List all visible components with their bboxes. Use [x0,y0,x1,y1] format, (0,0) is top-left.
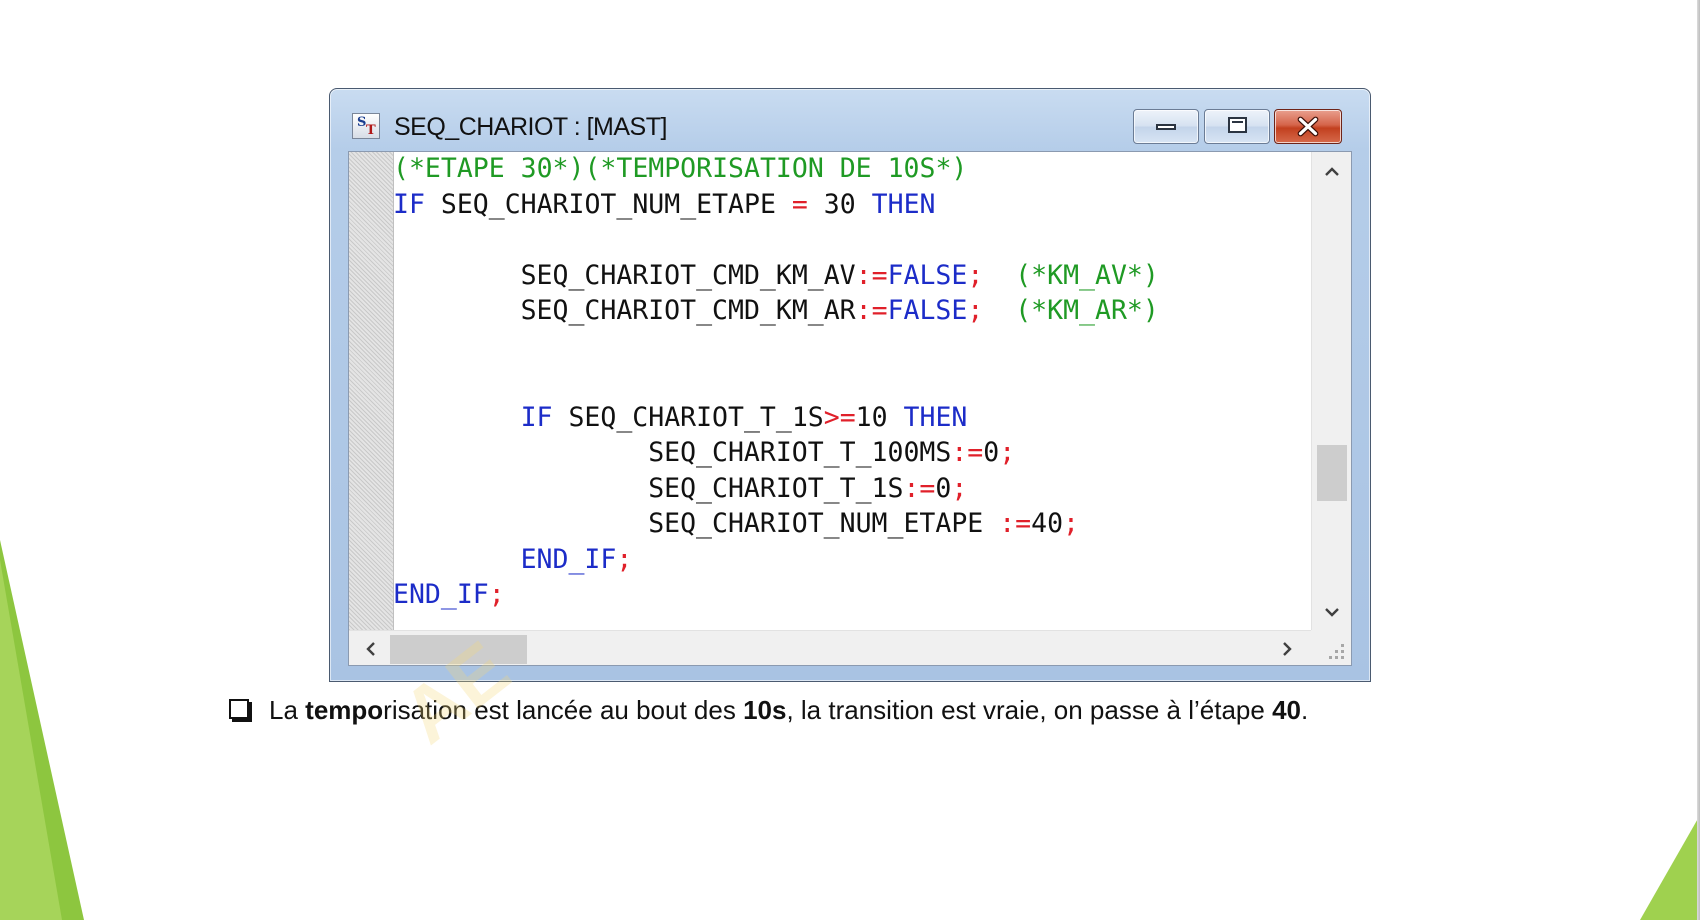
code-line[interactable]: SEQ_CHARIOT_CMD_KM_AV:=FALSE; (*KM_AV*) [521,259,1159,293]
structured-text-icon: ST [352,113,380,139]
code-token-number: 0 [983,437,1000,468]
code-line[interactable]: SEQ_CHARIOT_T_1S:=0; [648,472,967,506]
code-token-keyword: THEN [903,401,968,433]
code-token-op: := [999,508,1032,539]
window-title: SEQ_CHARIOT : [MAST] [394,113,667,141]
slide-decor-right [1640,815,1700,920]
code-token-comment: (*KM_AR*) [983,295,1159,326]
chevron-right-icon[interactable] [1267,631,1307,665]
code-token-op: >= [823,401,856,433]
code-token-op: ; [999,437,1016,468]
code-token-number: 10 [855,401,904,433]
code-line[interactable]: (*ETAPE 30*)(*TEMPORISATION DE 10S*) [393,152,967,186]
caption-segment: , la transition est vraie, on passe à l’… [786,695,1273,725]
code-token-op: := [855,259,888,291]
code-token-comment: (*TEMPORISATION DE 10S*) [584,153,968,184]
code-token-keyword: IF [393,188,425,220]
close-icon [1297,116,1319,137]
code-token-op: := [951,437,984,468]
resize-grip-icon[interactable] [1311,630,1351,665]
checkbox-bullet-icon [229,699,249,719]
title-bar[interactable]: ST SEQ_CHARIOT : [MAST] [330,89,1370,151]
code-token-ident: SEQ_CHARIOT_NUM_ETAPE [424,188,792,220]
chevron-down-icon[interactable] [1312,594,1351,628]
code-token-keyword: END_IF [393,579,489,610]
code-token-ident: SEQ_CHARIOT_CMD_KM_AV [520,259,856,291]
code-token-number: 40 [1031,508,1064,539]
code-token-comment: (*ETAPE 30*) [393,153,585,184]
code-token-number: 0 [935,472,952,504]
close-button[interactable] [1274,109,1342,144]
minimize-button[interactable] [1133,109,1199,144]
caption-text: La temporisation est lancée au bout des … [269,690,1308,730]
code-token-keyword: FALSE [887,295,968,326]
code-token-op: ; [488,579,505,610]
code-token-op: ; [616,543,633,575]
code-line[interactable]: IF SEQ_CHARIOT_NUM_ETAPE = 30 THEN [393,188,936,222]
code-token-op: ; [967,295,984,326]
code-token-ident: SEQ_CHARIOT_CMD_KM_AR [520,295,856,326]
code-line[interactable]: SEQ_CHARIOT_T_100MS:=0; [648,436,1015,470]
caption-emphasis: 10s [743,695,787,725]
editor-gutter [349,152,394,630]
caption-segment: . [1300,695,1309,725]
code-editor-window: ST SEQ_CHARIOT : [MAST] (*ETAPE 30*)(*TE… [329,88,1371,682]
code-token-keyword: FALSE [887,259,968,291]
horizontal-scrollbar[interactable] [349,630,1311,665]
code-token-op: = [791,188,808,220]
caption-emphasis: tempo [305,695,384,725]
code-token-number: 30 [807,188,872,220]
code-line[interactable]: END_IF; [393,578,505,612]
chevron-up-icon[interactable] [1312,154,1351,188]
chevron-left-icon[interactable] [351,631,391,665]
code-token-ident: SEQ_CHARIOT_NUM_ETAPE [648,508,1000,539]
minimize-icon [1156,124,1176,130]
code-token-ident: SEQ_CHARIOT_T_1S [552,401,824,433]
vertical-scroll-thumb[interactable] [1317,444,1347,501]
code-area[interactable]: (*ETAPE 30*)(*TEMPORISATION DE 10S*) IF S… [393,152,1311,630]
caption-emphasis: 40 [1272,695,1301,725]
code-token-keyword: THEN [871,188,936,220]
code-line[interactable]: END_IF; [521,543,633,577]
caption-segment: La [269,695,306,725]
code-token-op: := [855,295,888,326]
code-line[interactable]: SEQ_CHARIOT_NUM_ETAPE :=40; [648,507,1079,541]
vertical-scrollbar[interactable] [1311,152,1351,630]
code-token-op: := [903,472,936,504]
editor-client: (*ETAPE 30*)(*TEMPORISATION DE 10S*) IF S… [348,151,1352,666]
horizontal-scroll-thumb[interactable] [390,635,527,664]
maximize-icon [1228,117,1247,133]
code-token-op: ; [1063,508,1079,539]
code-token-keyword: IF [520,401,553,433]
code-token-op: ; [967,259,984,291]
code-token-keyword: END_IF [520,543,617,575]
slide-decor-left [0,540,84,920]
code-token-op: ; [951,472,968,504]
code-token-ident: SEQ_CHARIOT_T_100MS [648,437,952,468]
maximize-button[interactable] [1204,109,1270,144]
code-token-ident: SEQ_CHARIOT_T_1S [648,472,904,504]
code-line[interactable]: IF SEQ_CHARIOT_T_1S>=10 THEN [521,401,968,435]
code-token-comment: (*KM_AV*) [983,259,1159,291]
code-line[interactable]: SEQ_CHARIOT_CMD_KM_AR:=FALSE; (*KM_AR*) [521,294,1159,328]
caption-segment: risation est lancée au bout des [383,695,744,725]
